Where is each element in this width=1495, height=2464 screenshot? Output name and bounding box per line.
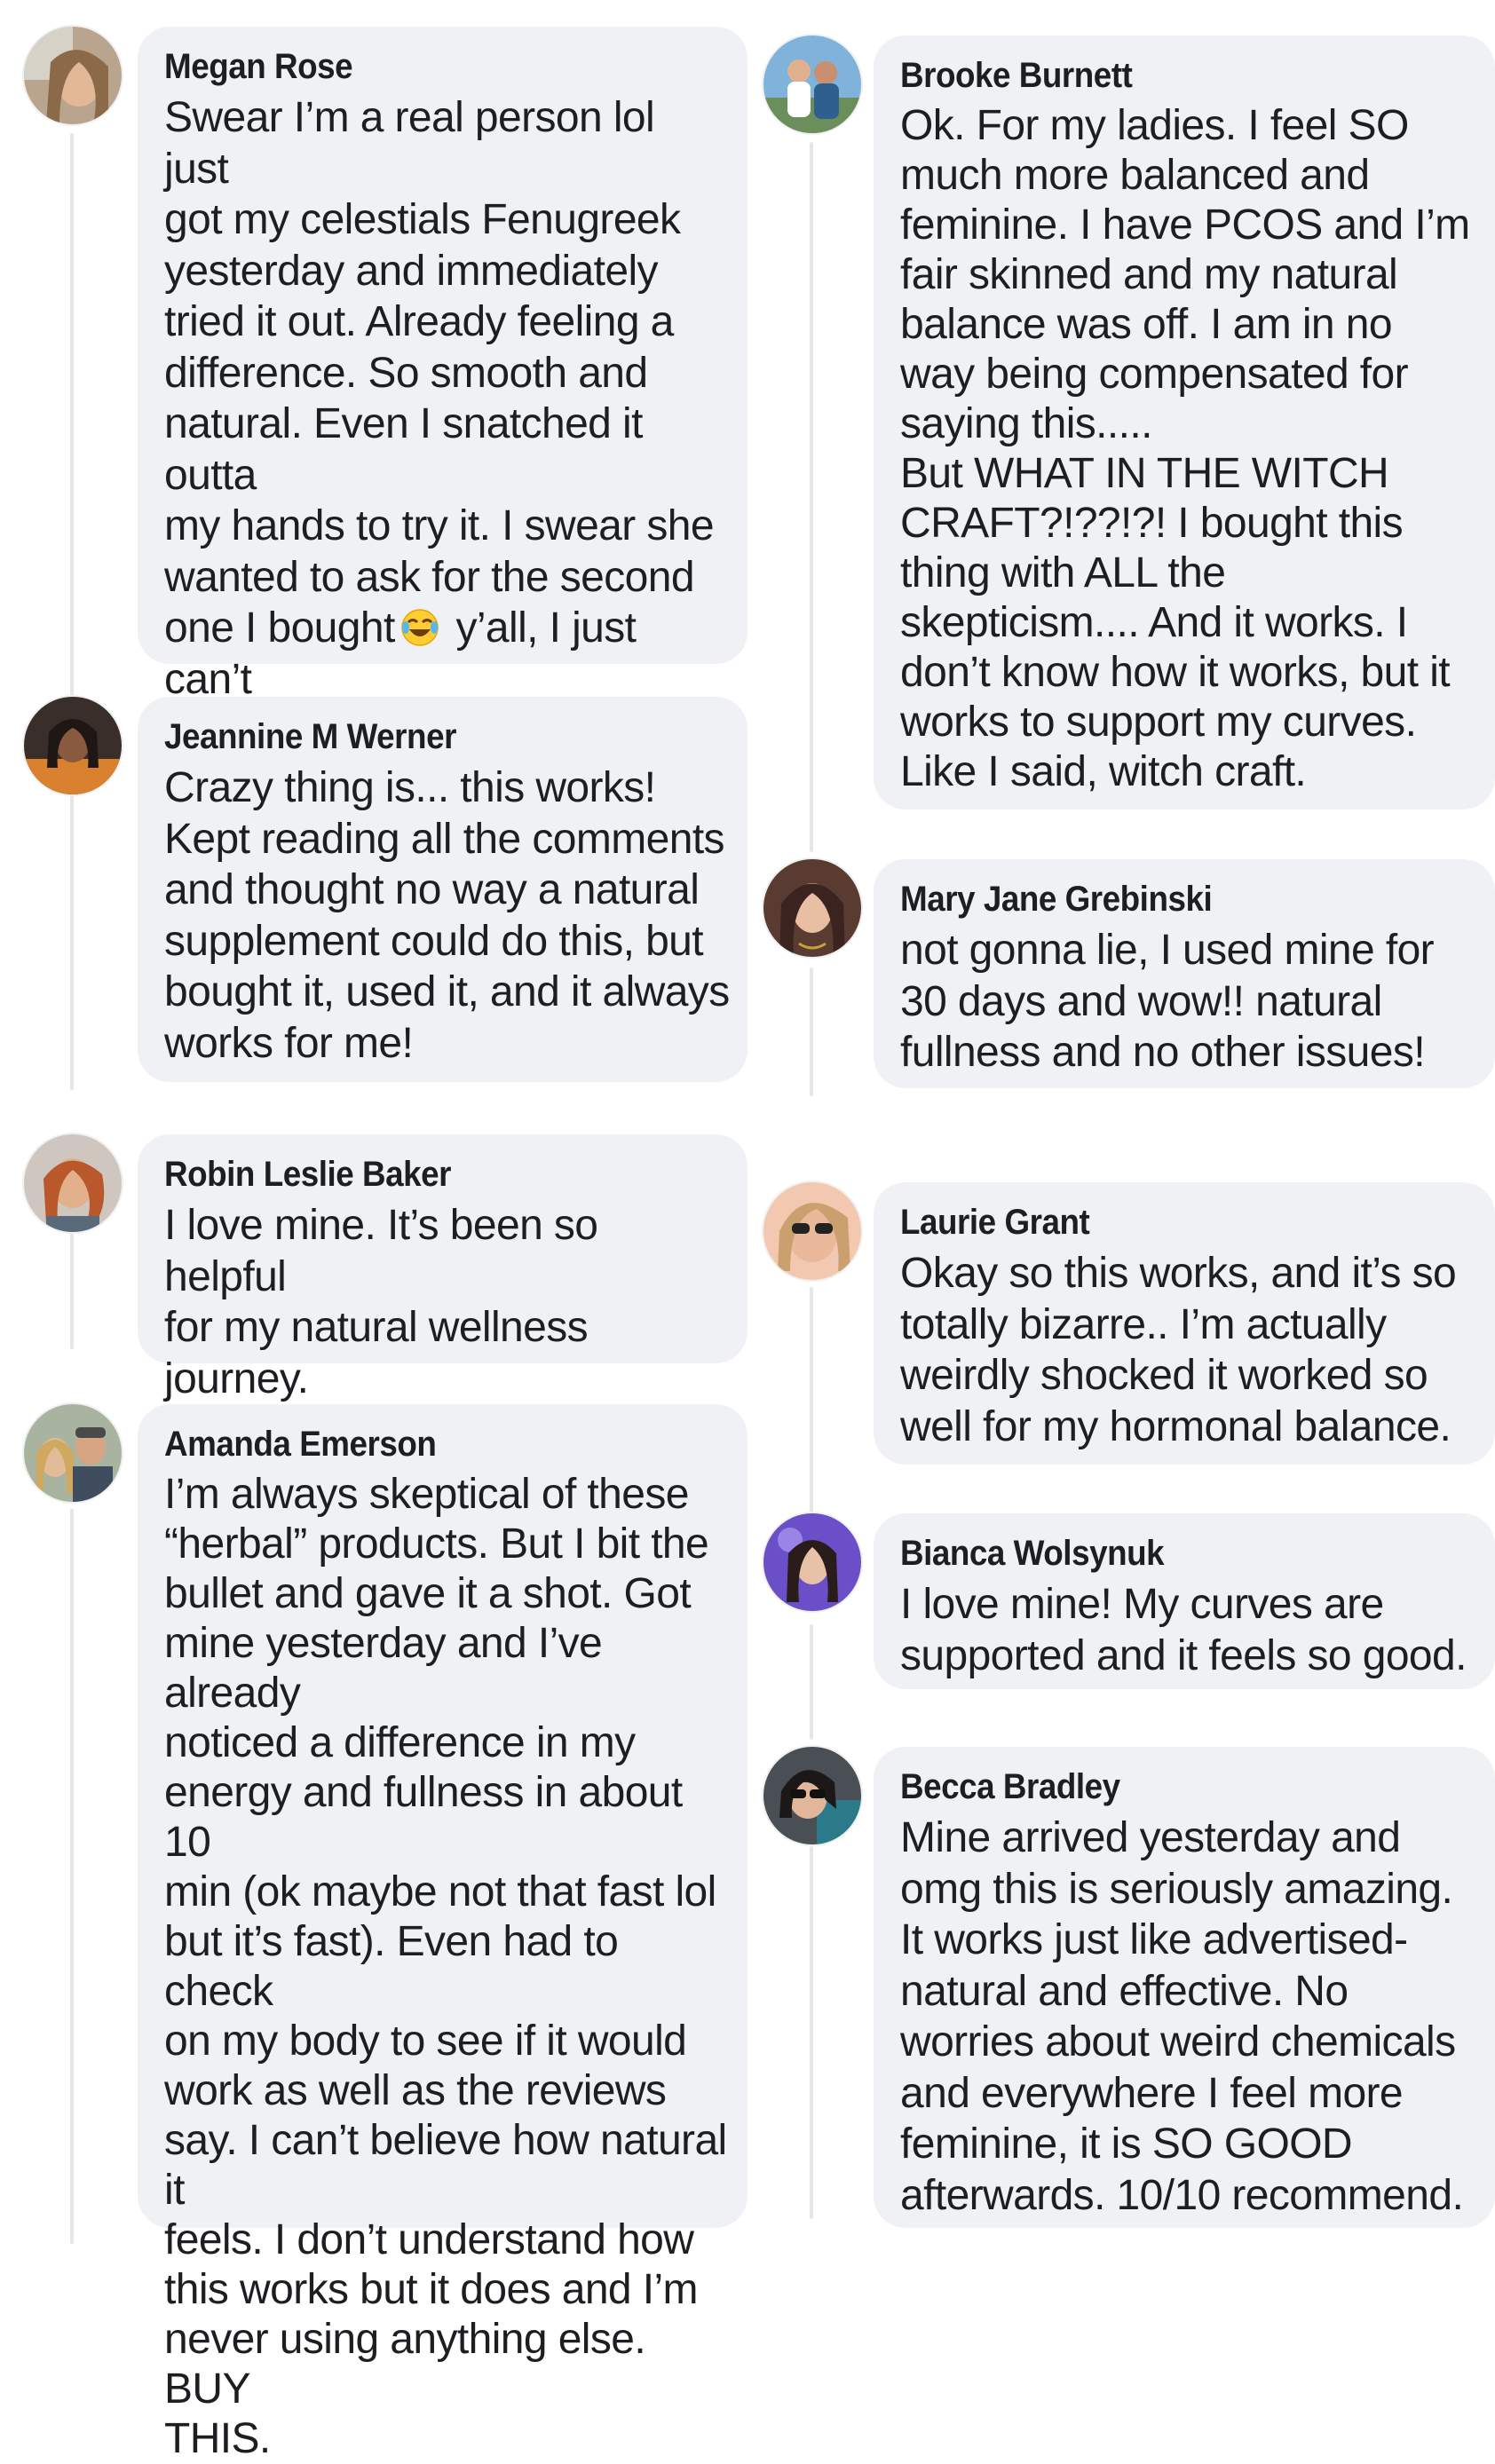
comment-text: I love mine! My curves are supported and… <box>900 1581 1467 1679</box>
comment-bubble: Mary Jane Grebinski not gonna lie, I use… <box>874 859 1495 1088</box>
profile-photo-icon <box>763 1182 861 1280</box>
comment-text: not gonna lie, I used mine for 30 days a… <box>900 927 1435 1076</box>
avatar[interactable] <box>763 1747 861 1844</box>
commenter-name[interactable]: Robin Leslie Baker <box>164 1149 684 1200</box>
profile-photo-icon <box>763 1747 861 1844</box>
commenter-name[interactable]: Jeannine M Werner <box>164 711 684 762</box>
thread-line <box>810 1846 813 2219</box>
avatar[interactable] <box>763 1513 861 1611</box>
avatar[interactable] <box>24 1404 122 1502</box>
profile-photo-icon <box>24 697 122 794</box>
thread-line <box>810 1287 813 1518</box>
comment-column-left: Megan Rose Swear I’m a real person lol j… <box>0 0 748 2462</box>
comment-bubble: Becca Bradley Mine arrived yesterday and… <box>874 1747 1495 2228</box>
comment-text-part: Swear I’m a real person lol just got my … <box>164 94 715 652</box>
comment-bubble: Jeannine M Werner Crazy thing is... this… <box>138 697 748 1082</box>
commenter-name[interactable]: Becca Bradley <box>900 1761 1431 1812</box>
thread-line <box>810 142 813 852</box>
comment-bubble: Brooke Burnett Ok. For my ladies. I feel… <box>874 36 1495 809</box>
commenter-name[interactable]: Laurie Grant <box>900 1196 1431 1248</box>
avatar[interactable] <box>763 859 861 957</box>
profile-photo-icon <box>763 859 861 957</box>
comment-column-right: Brooke Burnett Ok. For my ladies. I feel… <box>748 0 1495 2244</box>
tears-of-joy-emoji-icon <box>400 609 439 646</box>
thread-line <box>70 133 74 1090</box>
comment-text: I love mine. It’s been so helpful for my… <box>164 1202 598 1402</box>
comment-bubble: Megan Rose Swear I’m a real person lol j… <box>138 27 748 805</box>
profile-photo-icon <box>24 1134 122 1232</box>
commenter-name[interactable]: Amanda Emerson <box>164 1418 684 1470</box>
commenter-name[interactable]: Bianca Wolsynuk <box>900 1528 1431 1579</box>
comment-text: Ok. For my ladies. I feel SO much more b… <box>900 102 1470 795</box>
profile-photo-icon <box>24 27 122 124</box>
commenter-name[interactable]: Megan Rose <box>164 41 684 92</box>
avatar[interactable] <box>24 27 122 124</box>
avatar[interactable] <box>763 1182 861 1280</box>
avatar[interactable] <box>24 1134 122 1232</box>
comment-text: Okay so this works, and it’s so totally … <box>900 1250 1457 1450</box>
thread-line <box>70 1509 74 2244</box>
thread-line <box>810 967 813 1096</box>
profile-photo-icon <box>763 1513 861 1611</box>
comment-bubble: Robin Leslie Baker I love mine. It’s bee… <box>138 1134 748 1402</box>
commenter-name[interactable]: Mary Jane Grebinski <box>900 873 1431 925</box>
comment-text: I’m always skeptical of these “herbal” p… <box>164 1471 727 2462</box>
comment-text: Mine arrived yesterday and omg this is s… <box>900 1814 1464 2219</box>
comment-bubble: Amanda Emerson I’m always skeptical of t… <box>138 1404 748 2462</box>
profile-photo-icon <box>24 1404 122 1502</box>
comment-bubble: Laurie Grant Okay so this works, and it’… <box>874 1182 1495 1465</box>
thread-line <box>810 1624 813 1740</box>
comment-bubble: Bianca Wolsynuk I love mine! My curves a… <box>874 1513 1495 1689</box>
commenter-name[interactable]: Brooke Burnett <box>900 50 1431 101</box>
comment-text: Crazy thing is... this works! Kept readi… <box>164 764 730 1067</box>
profile-photo-icon <box>763 36 861 133</box>
avatar[interactable] <box>763 36 861 133</box>
avatar[interactable] <box>24 697 122 794</box>
